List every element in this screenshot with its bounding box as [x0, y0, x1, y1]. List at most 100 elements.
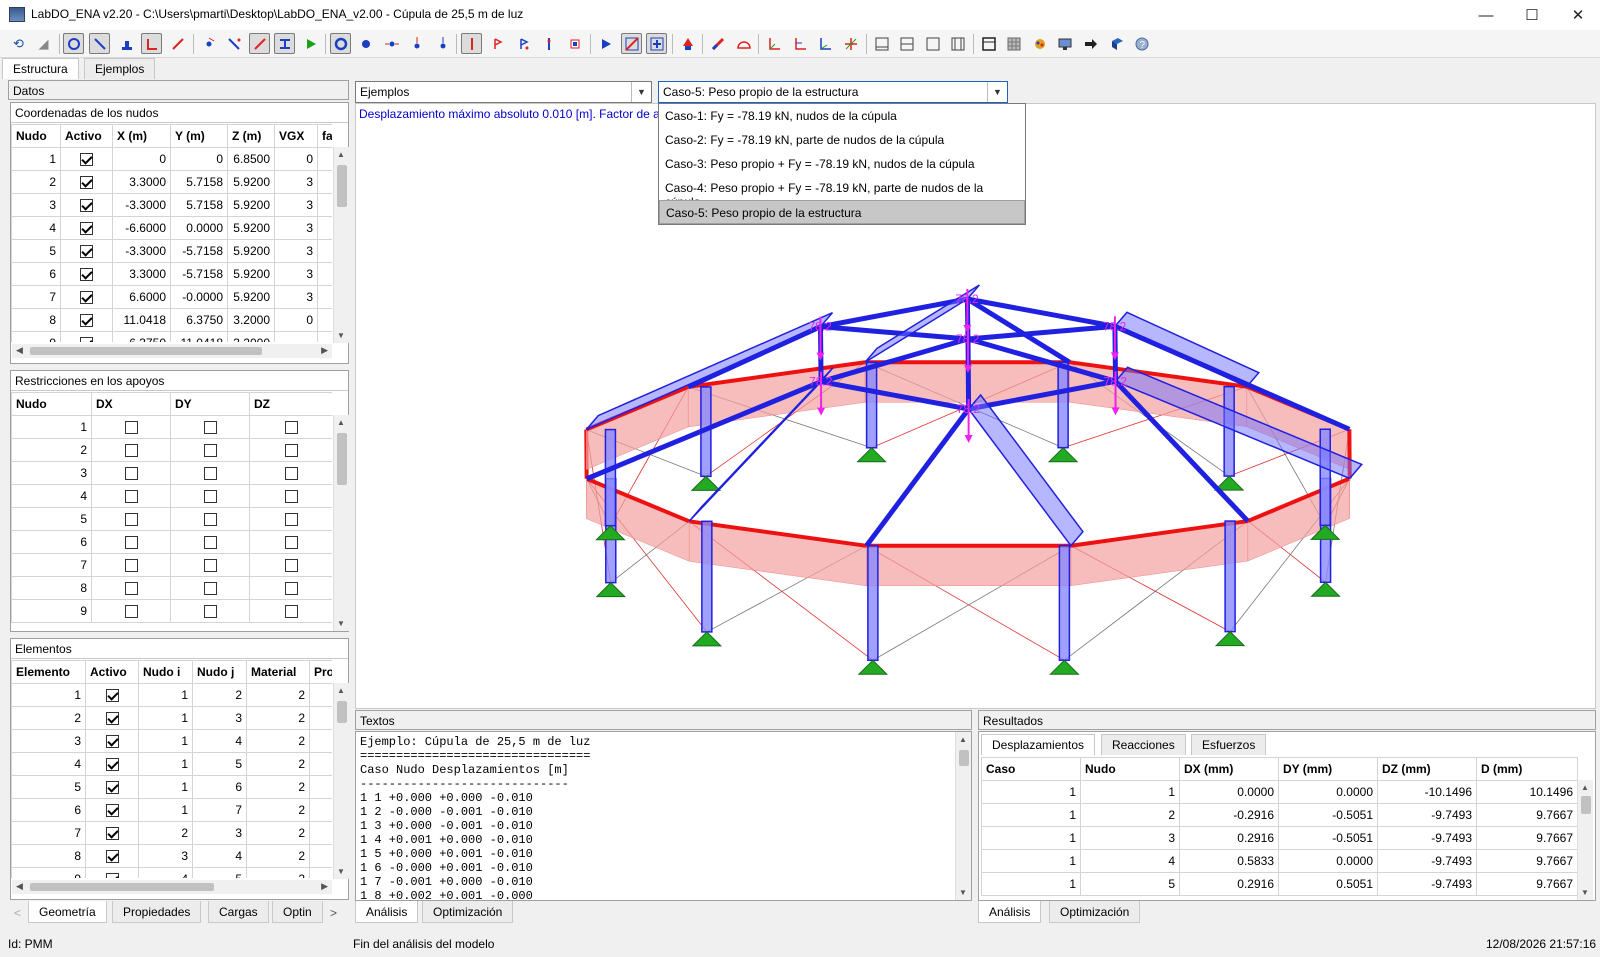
- col-nudo[interactable]: Nudo: [11, 392, 92, 416]
- col-dz[interactable]: DZ: [249, 392, 332, 416]
- checkbox[interactable]: [203, 444, 217, 458]
- col-vgx[interactable]: VGX: [274, 124, 318, 148]
- checkbox[interactable]: [124, 582, 138, 596]
- table-row[interactable]: 1122: [11, 683, 332, 707]
- axes2-icon[interactable]: [789, 33, 810, 54]
- table-row[interactable]: 1 1 0.0000 0.0000 -10.1496 10.1496: [981, 780, 1578, 804]
- close-button[interactable]: ✕: [1555, 0, 1600, 30]
- checkbox[interactable]: [124, 467, 138, 481]
- table-row[interactable]: 6172: [11, 798, 332, 822]
- table-row[interactable]: 3 -3.3000 5.7158 5.9200 3: [11, 193, 332, 217]
- node-star-icon[interactable]: [198, 33, 219, 54]
- case-option-selected[interactable]: Caso-5: Peso propio de la estructura: [659, 200, 1025, 224]
- col-activo[interactable]: Activo: [85, 660, 139, 684]
- node-circle-icon[interactable]: [63, 33, 84, 54]
- checkbox[interactable]: [105, 827, 119, 841]
- tab-cargas[interactable]: Cargas: [208, 901, 269, 923]
- maximize-button[interactable]: ☐: [1509, 0, 1555, 30]
- checkbox[interactable]: [284, 421, 298, 435]
- examples-combo[interactable]: Ejemplos ▼: [355, 81, 652, 103]
- tab-propiedades[interactable]: Propiedades: [112, 901, 202, 923]
- checkbox[interactable]: [80, 222, 93, 236]
- view3-icon[interactable]: [922, 33, 943, 54]
- circle-ring-icon[interactable]: [330, 33, 351, 54]
- axes4-icon[interactable]: [840, 33, 861, 54]
- tab-geometria[interactable]: Geometría: [28, 901, 107, 923]
- checkbox[interactable]: [284, 467, 298, 481]
- col-nudo[interactable]: Nudo: [1080, 757, 1180, 781]
- restr-vscroll[interactable]: ▲ ▼: [333, 415, 349, 631]
- table-row[interactable]: 5 -3.3000 -5.7158 5.9200 3: [11, 239, 332, 263]
- table-row[interactable]: 1 3 0.2916 -0.5051 -9.7493 9.7667: [981, 826, 1578, 850]
- node-arrow-icon[interactable]: [381, 33, 402, 54]
- table-row[interactable]: 8342: [11, 844, 332, 868]
- table-row[interactable]: 7232: [11, 821, 332, 845]
- table-row[interactable]: 1: [11, 415, 332, 439]
- eraser-icon[interactable]: ◢: [33, 33, 54, 54]
- table-row[interactable]: 2: [11, 438, 332, 462]
- checkbox[interactable]: [80, 337, 93, 342]
- checkbox[interactable]: [203, 536, 217, 550]
- col-dy[interactable]: DY: [170, 392, 250, 416]
- table-row[interactable]: 5: [11, 507, 332, 531]
- tab-analisis[interactable]: Análisis: [978, 901, 1042, 923]
- tab-optim[interactable]: Optin: [272, 901, 323, 923]
- checkbox[interactable]: [203, 605, 217, 619]
- tab-analisis[interactable]: Análisis: [355, 901, 419, 923]
- checkbox[interactable]: [124, 444, 138, 458]
- table-row[interactable]: 4152: [11, 752, 332, 776]
- checkbox[interactable]: [203, 513, 217, 527]
- color-icon[interactable]: [1029, 33, 1050, 54]
- checkbox[interactable]: [80, 245, 93, 259]
- checkbox[interactable]: [124, 605, 138, 619]
- dome-icon[interactable]: [733, 33, 754, 54]
- checkbox[interactable]: [284, 513, 298, 527]
- checkbox[interactable]: [203, 490, 217, 504]
- checkbox[interactable]: [105, 850, 119, 864]
- checkbox[interactable]: [105, 758, 119, 772]
- square-node-icon[interactable]: [564, 33, 585, 54]
- col-y[interactable]: Y (m): [170, 124, 228, 148]
- table-row[interactable]: 4: [11, 484, 332, 508]
- case-dropdown-list[interactable]: Caso-1: Fy = -78.19 kN, nudos de la cúpu…: [658, 103, 1026, 225]
- checkbox[interactable]: [80, 291, 93, 305]
- table-row[interactable]: 9: [11, 599, 332, 623]
- checkbox[interactable]: [105, 712, 119, 726]
- checkbox[interactable]: [284, 559, 298, 573]
- col-dx[interactable]: DX (mm): [1179, 757, 1279, 781]
- checkbox[interactable]: [203, 559, 217, 573]
- chevron-down-icon[interactable]: ▼: [987, 82, 1007, 102]
- view1-icon[interactable]: [871, 33, 892, 54]
- col-material[interactable]: Material: [246, 660, 310, 684]
- plus-frame-icon[interactable]: [646, 33, 667, 54]
- col-activo[interactable]: Activo: [60, 124, 113, 148]
- col-nudo-j[interactable]: Nudo j: [192, 660, 247, 684]
- case-option[interactable]: Caso-3: Peso propio + Fy = -78.19 kN, nu…: [659, 152, 1025, 176]
- slash-member-icon[interactable]: [249, 33, 270, 54]
- table-row[interactable]: 7: [11, 553, 332, 577]
- checkbox[interactable]: [284, 444, 298, 458]
- checkbox[interactable]: [203, 582, 217, 596]
- checkbox[interactable]: [80, 199, 93, 213]
- slash-frame-icon[interactable]: [621, 33, 642, 54]
- table-row[interactable]: 6: [11, 530, 332, 554]
- table-row[interactable]: 1 2 -0.2916 -0.5051 -9.7493 9.7667: [981, 803, 1578, 827]
- checkbox[interactable]: [203, 467, 217, 481]
- elem-hscroll[interactable]: ◀ ▶: [12, 880, 332, 894]
- table-row[interactable]: 4 -6.6000 0.0000 5.9200 3: [11, 216, 332, 240]
- checkbox[interactable]: [284, 490, 298, 504]
- table-row[interactable]: 8 11.0418 6.3750 3.2000 0: [11, 308, 332, 332]
- table-row[interactable]: 2 3.3000 5.7158 5.9200 3: [11, 170, 332, 194]
- col-d[interactable]: D (mm): [1476, 757, 1578, 781]
- flag-blue-icon[interactable]: [513, 33, 534, 54]
- node-load-icon[interactable]: [406, 33, 427, 54]
- grid2-icon[interactable]: [1003, 33, 1024, 54]
- grid1-icon[interactable]: [978, 33, 999, 54]
- checkbox[interactable]: [124, 513, 138, 527]
- textos-vscroll[interactable]: ▲ ▼: [955, 732, 971, 900]
- nodes-vscroll[interactable]: ▲ ▼: [333, 147, 349, 343]
- checkbox[interactable]: [124, 536, 138, 550]
- undo-icon[interactable]: ⟲: [8, 33, 29, 54]
- minimize-button[interactable]: —: [1463, 0, 1509, 30]
- case-combo[interactable]: Caso-5: Peso propio de la estructura ▼: [658, 81, 1008, 103]
